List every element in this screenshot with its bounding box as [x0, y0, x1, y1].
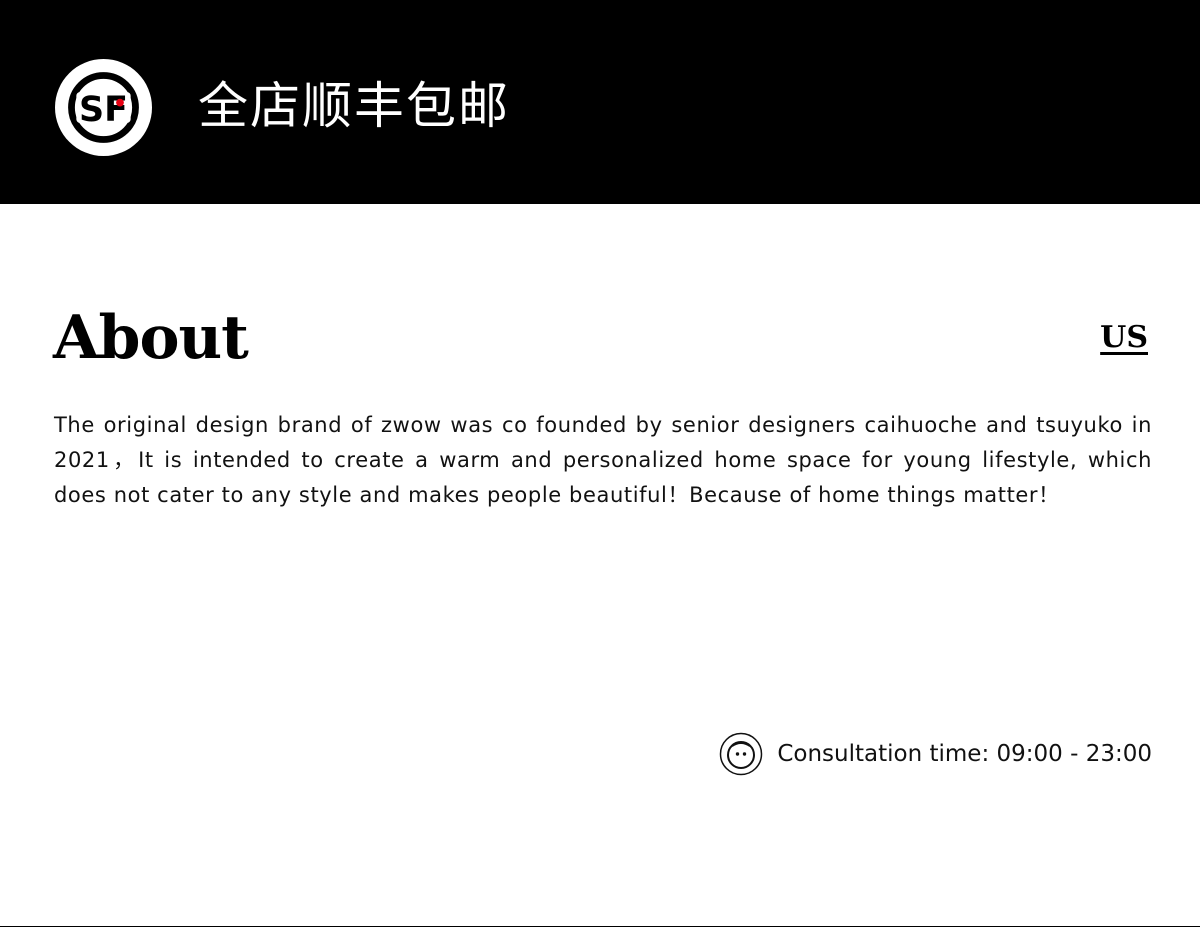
about-title: About: [53, 303, 249, 373]
bottom-divider: [0, 926, 1200, 927]
about-description: The original design brand of zwow was co…: [54, 413, 1152, 507]
shipping-banner: SF 全店顺丰包邮: [0, 0, 1200, 204]
us-link[interactable]: US: [1100, 318, 1148, 358]
free-shipping-text: 全店顺丰包邮: [198, 77, 510, 135]
sf-express-logo-icon: SF: [55, 59, 152, 156]
customer-service-face-icon: [720, 732, 763, 776]
svg-text:SF: SF: [79, 90, 128, 130]
consultation-time-text: Consultation time: 09:00 - 23:00: [777, 741, 1152, 767]
consultation-time[interactable]: Consultation time: 09:00 - 23:00: [719, 731, 1152, 777]
